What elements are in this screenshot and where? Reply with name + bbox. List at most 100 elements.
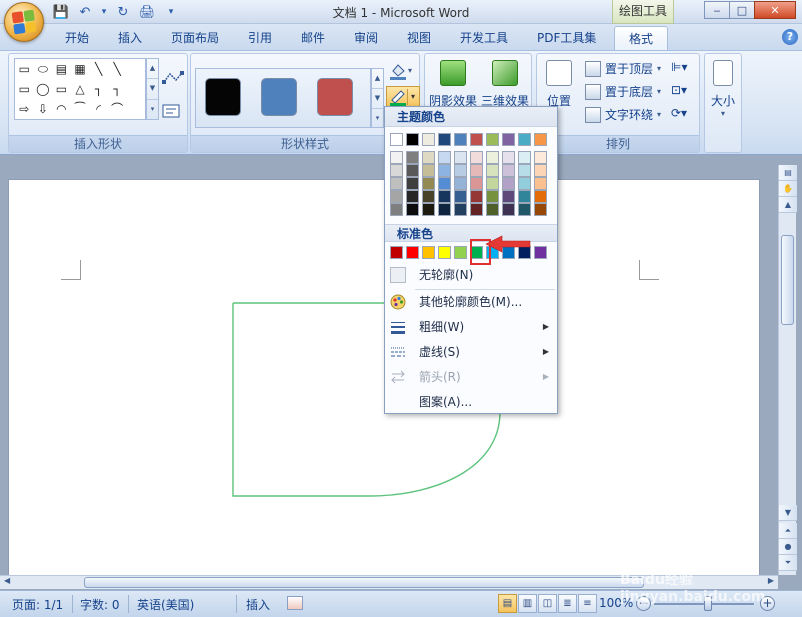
color-swatch[interactable] [486,164,499,177]
macro-record-icon[interactable] [287,596,303,610]
more-outline-colors-item[interactable]: 其他轮廓颜色(M)... [385,290,557,314]
shape-item[interactable]: ┐ [89,79,108,99]
bring-to-front-dropdown-icon[interactable]: ▾ [657,64,661,73]
shape-item[interactable]: ⬭ [34,59,53,79]
tab-home[interactable]: 开始 [65,29,89,46]
color-swatch[interactable] [454,164,467,177]
text-wrapping-button[interactable]: 文字环绕 ▾ [585,106,661,123]
minimize-button[interactable]: ‒ [704,1,730,19]
color-swatch[interactable] [454,203,467,216]
standard-color-swatch[interactable] [406,246,419,259]
rotate-icon[interactable]: ⟳▾ [671,106,687,120]
status-word-count[interactable]: 字数: 0 [80,596,120,613]
tab-format[interactable]: 格式 [614,26,669,50]
style-swatch-black[interactable] [205,78,241,116]
standard-color-swatch[interactable] [454,246,467,259]
color-swatch[interactable] [454,190,467,203]
color-swatch[interactable] [390,203,403,216]
style-swatch-blue[interactable] [261,78,297,116]
color-swatch[interactable] [486,190,499,203]
color-swatch[interactable] [502,203,515,216]
scroll-down-icon[interactable]: ▼ [779,505,797,521]
color-swatch[interactable] [534,151,547,164]
previous-page-icon[interactable]: ⏶ [779,523,797,539]
tab-references[interactable]: 引用 [248,29,272,46]
color-swatch[interactable] [390,190,403,203]
color-swatch[interactable] [454,133,467,146]
tab-page-layout[interactable]: 页面布局 [171,29,219,46]
color-swatch[interactable] [470,190,483,203]
color-swatch[interactable] [534,177,547,190]
shape-item[interactable] [126,79,145,99]
color-swatch[interactable] [502,151,515,164]
color-swatch[interactable] [406,151,419,164]
scroll-down-icon[interactable]: ▼ [372,89,383,109]
draft-view-icon[interactable]: ≡ [578,594,597,613]
color-swatch[interactable] [406,203,419,216]
group-icon[interactable]: ⊡▾ [671,83,687,97]
shape-item[interactable]: ╲ [89,59,108,79]
shape-fill-dropdown-icon[interactable]: ▾ [408,66,412,75]
color-swatch[interactable] [422,190,435,203]
color-swatch[interactable] [438,133,451,146]
shape-item[interactable]: ▭ [15,79,34,99]
tab-mailings[interactable]: 邮件 [301,29,325,46]
pan-hand-icon[interactable]: ✋ [779,181,797,197]
size-button[interactable]: 大小 ▾ [707,60,739,118]
scroll-up-icon[interactable]: ▲ [147,59,158,80]
send-to-back-dropdown-icon[interactable]: ▾ [657,87,661,96]
style-swatch-red[interactable] [317,78,353,116]
shape-item[interactable]: ◜ [89,99,108,119]
tab-review[interactable]: 审阅 [354,29,378,46]
color-swatch[interactable] [438,177,451,190]
tab-insert[interactable]: 插入 [118,29,142,46]
help-icon[interactable]: ? [782,29,798,45]
text-wrapping-dropdown-icon[interactable]: ▾ [657,110,661,119]
bring-to-front-button[interactable]: 置于顶层 ▾ [585,60,661,77]
shape-item[interactable]: ⌒ [108,99,127,119]
shape-item[interactable]: ▭ [52,79,71,99]
color-swatch[interactable] [486,177,499,190]
color-swatch[interactable] [470,177,483,190]
align-icon[interactable]: ⊫▾ [671,60,687,74]
styles-gallery-scroll[interactable]: ▲ ▼ ▾ [371,68,384,128]
horizontal-scroll-thumb[interactable] [84,577,644,588]
shape-item[interactable]: ⁀ [71,99,90,119]
color-swatch[interactable] [502,133,515,146]
color-swatch[interactable] [502,177,515,190]
color-swatch[interactable] [406,190,419,203]
color-swatch[interactable] [470,203,483,216]
color-swatch[interactable] [454,151,467,164]
color-swatch[interactable] [390,151,403,164]
text-box-icon[interactable] [162,104,180,118]
tab-pdf-tools[interactable]: PDF工具集 [537,29,596,46]
color-swatch[interactable] [422,203,435,216]
scroll-left-icon[interactable]: ◀ [4,576,10,585]
standard-color-swatch[interactable] [534,246,547,259]
shape-fill-icon[interactable] [389,62,407,80]
shape-item[interactable]: ⇨ [15,99,34,119]
shape-item[interactable]: ◠ [52,99,71,119]
tab-view[interactable]: 视图 [407,29,431,46]
color-swatch[interactable] [422,151,435,164]
browse-object-icon[interactable]: ● [779,539,797,555]
color-swatch[interactable] [406,177,419,190]
scroll-down-icon[interactable]: ▼ [147,79,158,100]
shadow-effects-button[interactable]: 阴影效果 [429,60,477,109]
pattern-item[interactable]: 图案(A)... [385,390,557,414]
color-swatch[interactable] [502,190,515,203]
color-swatch[interactable] [470,151,483,164]
color-swatch[interactable] [438,151,451,164]
color-swatch[interactable] [502,164,515,177]
color-swatch[interactable] [422,177,435,190]
web-layout-icon[interactable]: ◫ [538,594,557,613]
close-button[interactable]: ✕ [754,1,796,19]
shape-outline-button[interactable]: ▾ [386,86,420,108]
vertical-scroll-thumb[interactable] [781,235,794,325]
color-swatch[interactable] [518,203,531,216]
color-swatch[interactable] [518,177,531,190]
standard-color-swatch[interactable] [390,246,403,259]
standard-color-swatch[interactable] [422,246,435,259]
office-button[interactable] [4,2,44,42]
shape-item[interactable]: ◯ [34,79,53,99]
